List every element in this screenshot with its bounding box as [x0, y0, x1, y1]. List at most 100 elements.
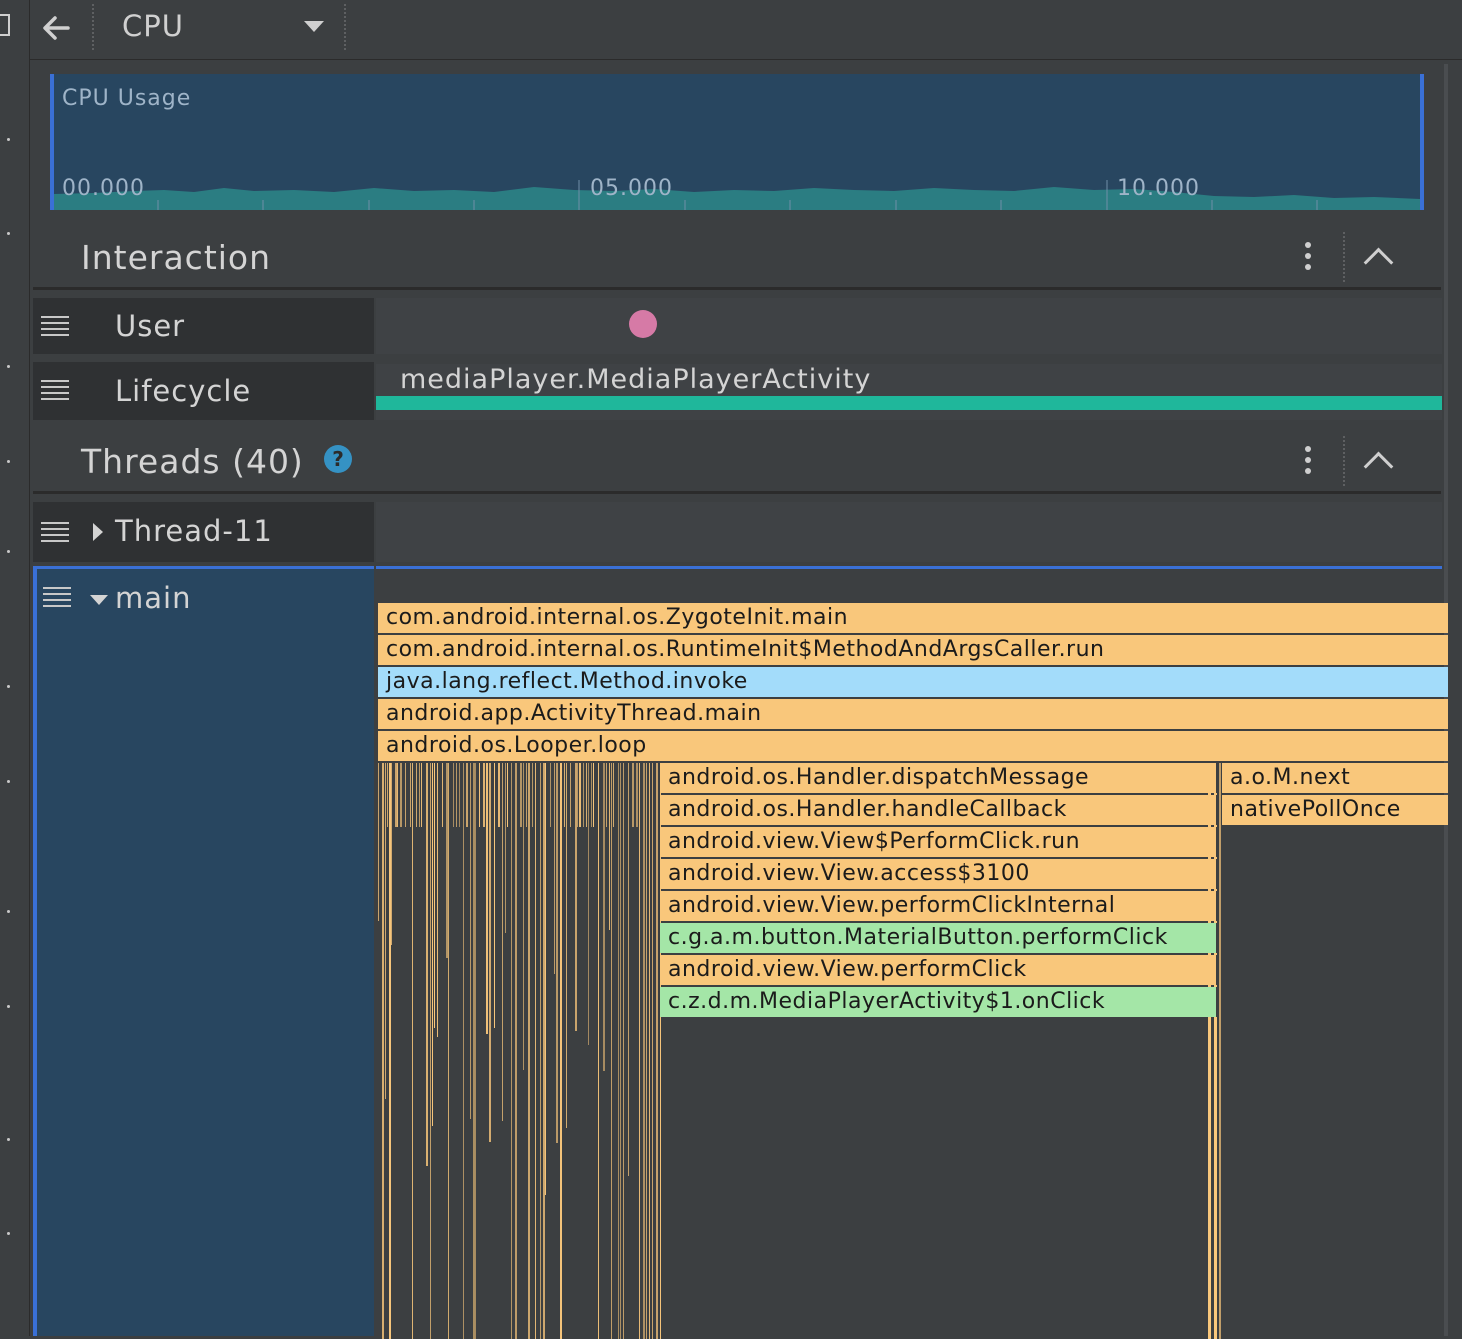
sampled-call-stripe	[498, 763, 500, 827]
time-tick-label: 10.000	[1117, 176, 1200, 201]
sampled-call-stripe	[556, 763, 558, 1143]
sampled-call-stripe	[489, 763, 491, 1142]
cpu-usage-chart[interactable]: CPU Usage 00.000 05.000 10.000	[50, 74, 1424, 210]
user-touch-event[interactable]	[629, 310, 657, 338]
sampled-call-stripe	[588, 763, 589, 1045]
sampled-call-stripe	[632, 763, 634, 827]
header-divider	[1343, 232, 1345, 282]
sampled-call-stripe	[639, 763, 640, 1339]
track-label-text: User	[115, 309, 186, 343]
sampled-call-stripe	[611, 763, 612, 1339]
sampled-call-stripe	[442, 763, 443, 827]
sampled-call-stripe	[613, 763, 614, 827]
flame-frame[interactable]: com.android.internal.os.ZygoteInit.main	[378, 603, 1449, 633]
sampled-call-stripe	[550, 763, 551, 827]
sampled-calls-stripes	[378, 763, 661, 1339]
sampled-call-stripe	[523, 763, 524, 1070]
thread-name: main	[115, 581, 192, 615]
sampled-call-stripe	[486, 763, 488, 1034]
drag-handle-icon[interactable]	[43, 587, 71, 611]
profiler-select-value: CPU	[122, 9, 184, 43]
flame-frame[interactable]: android.os.Handler.dispatchMessage	[660, 763, 1217, 793]
profiler-select[interactable]: CPU	[110, 6, 340, 48]
sampled-call-stripe	[577, 763, 578, 827]
thread-11-track[interactable]	[376, 502, 1442, 562]
sampled-call-stripe	[400, 763, 402, 827]
sampled-call-stripe	[494, 763, 495, 1028]
drag-handle-icon[interactable]	[41, 522, 69, 546]
flame-frame[interactable]: android.view.View.access$3100	[660, 859, 1217, 889]
drag-handle-icon[interactable]	[41, 316, 69, 340]
gutter-dot	[7, 460, 10, 463]
drag-handle-icon[interactable]	[41, 380, 69, 404]
help-icon[interactable]: ?	[324, 445, 352, 473]
flame-frame[interactable]: c.g.a.m.button.MaterialButton.performCli…	[660, 923, 1217, 953]
flame-frame[interactable]: a.o.M.next	[1222, 763, 1449, 793]
track-label-user[interactable]: User	[33, 298, 374, 354]
sampled-call-stripe	[421, 763, 422, 827]
sampled-call-stripe	[554, 763, 555, 974]
sampled-call-stripe	[528, 763, 530, 1339]
user-event-track[interactable]	[376, 298, 1442, 354]
sampled-call-stripe	[586, 763, 587, 827]
flame-frame[interactable]: c.z.d.m.MediaPlayerActivity$1.onClick	[660, 987, 1217, 1017]
more-options-icon[interactable]	[1305, 242, 1311, 275]
flame-frame[interactable]: android.app.ActivityThread.main	[378, 699, 1449, 729]
thread-row-thread-11[interactable]: Thread-11	[33, 502, 374, 562]
sampled-call-stripe	[395, 763, 397, 827]
sampled-call-stripe	[520, 763, 522, 827]
sampled-call-stripe	[466, 763, 468, 827]
flame-frame[interactable]: android.os.Handler.handleCallback	[660, 795, 1217, 825]
sampled-call-stripe	[378, 763, 379, 921]
time-tick-label: 05.000	[590, 176, 673, 201]
chevron-up-icon[interactable]	[1363, 247, 1394, 278]
thread-name: Thread-11	[115, 514, 273, 548]
gutter-dot	[7, 550, 10, 553]
profiler-toolbar: CPU	[30, 0, 1462, 60]
sampled-call-stripe	[620, 763, 621, 1339]
sampled-call-stripe	[606, 763, 607, 827]
gutter-tab-icon[interactable]	[0, 14, 10, 36]
activity-lifecycle-bar[interactable]	[376, 396, 1442, 410]
sampled-call-stripe	[566, 763, 567, 1128]
flame-frame[interactable]: java.lang.reflect.Method.invoke	[378, 667, 1449, 697]
sampled-call-stripe	[507, 763, 508, 827]
sampled-call-stripe	[470, 763, 471, 1119]
sampled-call-stripe	[652, 763, 653, 1339]
sampled-call-stripe	[575, 763, 577, 1031]
sampled-call-stripe	[387, 763, 388, 827]
more-options-icon[interactable]	[1305, 446, 1311, 479]
sampled-call-stripe	[459, 763, 460, 827]
thread-row-main[interactable]: main	[33, 566, 374, 1336]
main-thread-flame-chart[interactable]: com.android.internal.os.ZygoteInit.main …	[376, 566, 1449, 1339]
sampled-call-stripe	[656, 763, 658, 1339]
sampled-call-stripe	[636, 763, 638, 827]
sampled-call-stripe	[628, 763, 629, 1176]
time-tick-label: 00.000	[62, 176, 145, 201]
flame-frame[interactable]: com.android.internal.os.RuntimeInit$Meth…	[378, 635, 1449, 665]
flame-frame[interactable]: nativePollOnce	[1222, 795, 1449, 825]
activity-name: mediaPlayer.MediaPlayerActivity	[400, 364, 872, 395]
sampled-call-stripe	[432, 763, 433, 1126]
cpu-usage-area	[54, 180, 1420, 210]
back-button[interactable]	[38, 10, 78, 46]
flame-frame[interactable]: android.view.View.performClick	[660, 955, 1217, 985]
toolbar-divider	[92, 4, 94, 50]
sampled-call-stripe	[623, 763, 624, 1339]
lifecycle-track[interactable]: mediaPlayer.MediaPlayerActivity	[376, 364, 1442, 420]
track-label-lifecycle[interactable]: Lifecycle	[33, 362, 374, 420]
arrow-left-icon	[43, 16, 70, 40]
sampled-call-stripe	[583, 763, 584, 827]
triangle-down-icon[interactable]	[89, 593, 109, 607]
triangle-right-icon[interactable]	[91, 522, 105, 542]
sampled-call-stripe	[430, 763, 431, 1339]
sampled-call-stripe	[405, 763, 406, 827]
flame-frame[interactable]: android.os.Looper.loop	[378, 731, 1449, 761]
flame-frame[interactable]: android.view.View.performClickInternal	[660, 891, 1217, 921]
toolbar-divider	[344, 4, 346, 50]
chevron-up-icon[interactable]	[1363, 451, 1394, 482]
sampled-call-stripe	[382, 763, 384, 1339]
sampled-call-stripe	[448, 763, 449, 1339]
sampled-call-stripe	[502, 763, 503, 1121]
flame-frame[interactable]: android.view.View$PerformClick.run	[660, 827, 1217, 857]
